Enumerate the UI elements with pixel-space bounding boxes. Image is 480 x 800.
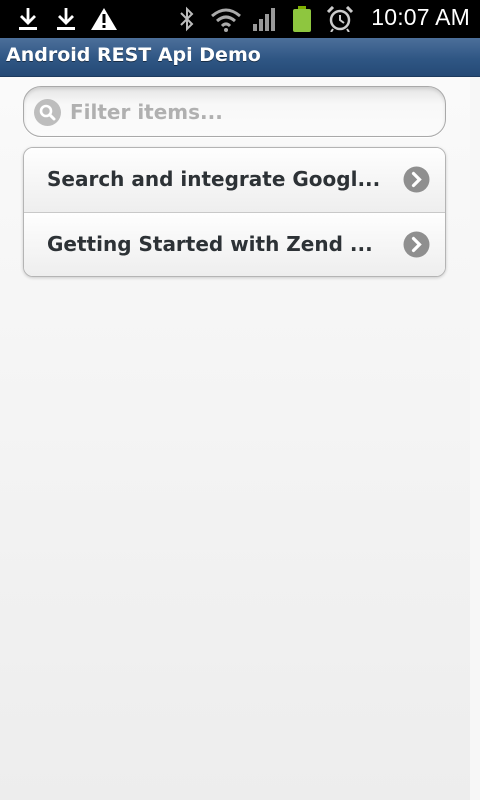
download-icon [19, 8, 37, 30]
search-box[interactable] [23, 86, 446, 137]
page-title: Android REST Api Demo [6, 44, 261, 66]
list-item-label: Getting Started with Zend ... [47, 232, 373, 256]
list-item[interactable]: Search and integrate Googl... [24, 148, 445, 212]
status-bar: 10:07 AM [0, 0, 480, 38]
signal-icon [253, 8, 275, 31]
title-bar: Android REST Api Demo [0, 38, 480, 77]
list-item[interactable]: Getting Started with Zend ... [24, 212, 445, 276]
search-icon [34, 99, 61, 126]
chevron-right-icon [403, 231, 430, 258]
warning-icon [91, 8, 117, 30]
status-time: 10:07 AM [371, 4, 470, 30]
battery-icon [293, 6, 311, 32]
download-icon [57, 8, 75, 30]
search-input[interactable] [70, 93, 430, 131]
alarm-icon [326, 6, 354, 32]
bluetooth-icon [180, 6, 194, 32]
item-list: Search and integrate Googl... Getting St… [23, 147, 446, 277]
wifi-icon [211, 8, 241, 32]
scrollbar-track [470, 77, 480, 800]
list-item-label: Search and integrate Googl... [47, 167, 381, 191]
chevron-right-icon [403, 166, 430, 193]
content-area: Search and integrate Googl... Getting St… [0, 77, 470, 800]
